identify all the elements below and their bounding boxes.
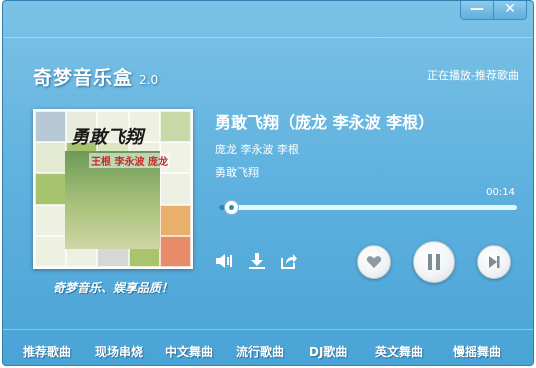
volume-icon[interactable] [215,251,235,271]
app-version: 2.0 [139,73,159,87]
progress-knob[interactable] [223,200,239,215]
nav-slow-rock-dance[interactable]: 慢摇舞曲 [453,343,501,360]
pause-button[interactable] [413,241,455,283]
song-album: 勇敢飞翔 [215,166,259,179]
favorite-button[interactable] [357,245,391,279]
cover-title-art: 勇敢飞翔 [71,127,143,148]
cover-artist-names: 王根 李永波 庞龙 [89,153,170,168]
song-title: 勇敢飞翔（庞龙 李永波 李根） [215,113,435,132]
title-divider [3,37,533,38]
elapsed-time: 00:14 [486,187,515,198]
minimize-button[interactable]: — [461,1,493,19]
nav-live-medley[interactable]: 现场串烧 [95,343,143,360]
song-artist: 庞龙 李永波 李根 [215,143,299,156]
progress-bar[interactable] [219,200,517,215]
download-icon[interactable] [247,251,267,271]
next-track-button[interactable] [477,245,511,279]
nav-english-dance[interactable]: 英文舞曲 [375,343,423,360]
nav-chinese-dance[interactable]: 中文舞曲 [165,343,213,360]
now-playing-status: 正在播放-推荐歌曲 [427,69,519,82]
close-button[interactable]: ✕ [493,1,526,19]
next-track-icon [489,256,500,268]
nav-recommended[interactable]: 推荐歌曲 [23,343,71,360]
pause-icon [428,254,440,270]
share-icon[interactable] [279,251,299,271]
nav-dj-songs[interactable]: DJ歌曲 [309,343,347,360]
category-nav: 推荐歌曲 现场串烧 中文舞曲 流行歌曲 DJ歌曲 英文舞曲 慢摇舞曲 [3,329,533,365]
heart-icon [366,256,382,268]
nav-pop-songs[interactable]: 流行歌曲 [236,343,284,360]
music-box-window: — ✕ 奇梦音乐盒 2.0 正在播放-推荐歌曲 勇敢飞翔 王根 李永波 庞龙 奇梦… [2,0,534,366]
app-name: 奇梦音乐盒 [33,67,134,89]
window-controls: — ✕ [460,1,527,20]
album-cover: 勇敢飞翔 王根 李永波 庞龙 [33,109,193,269]
app-logo: 奇梦音乐盒 2.0 [33,63,158,90]
slogan: 奇梦音乐、娱享品质！ [52,281,173,295]
